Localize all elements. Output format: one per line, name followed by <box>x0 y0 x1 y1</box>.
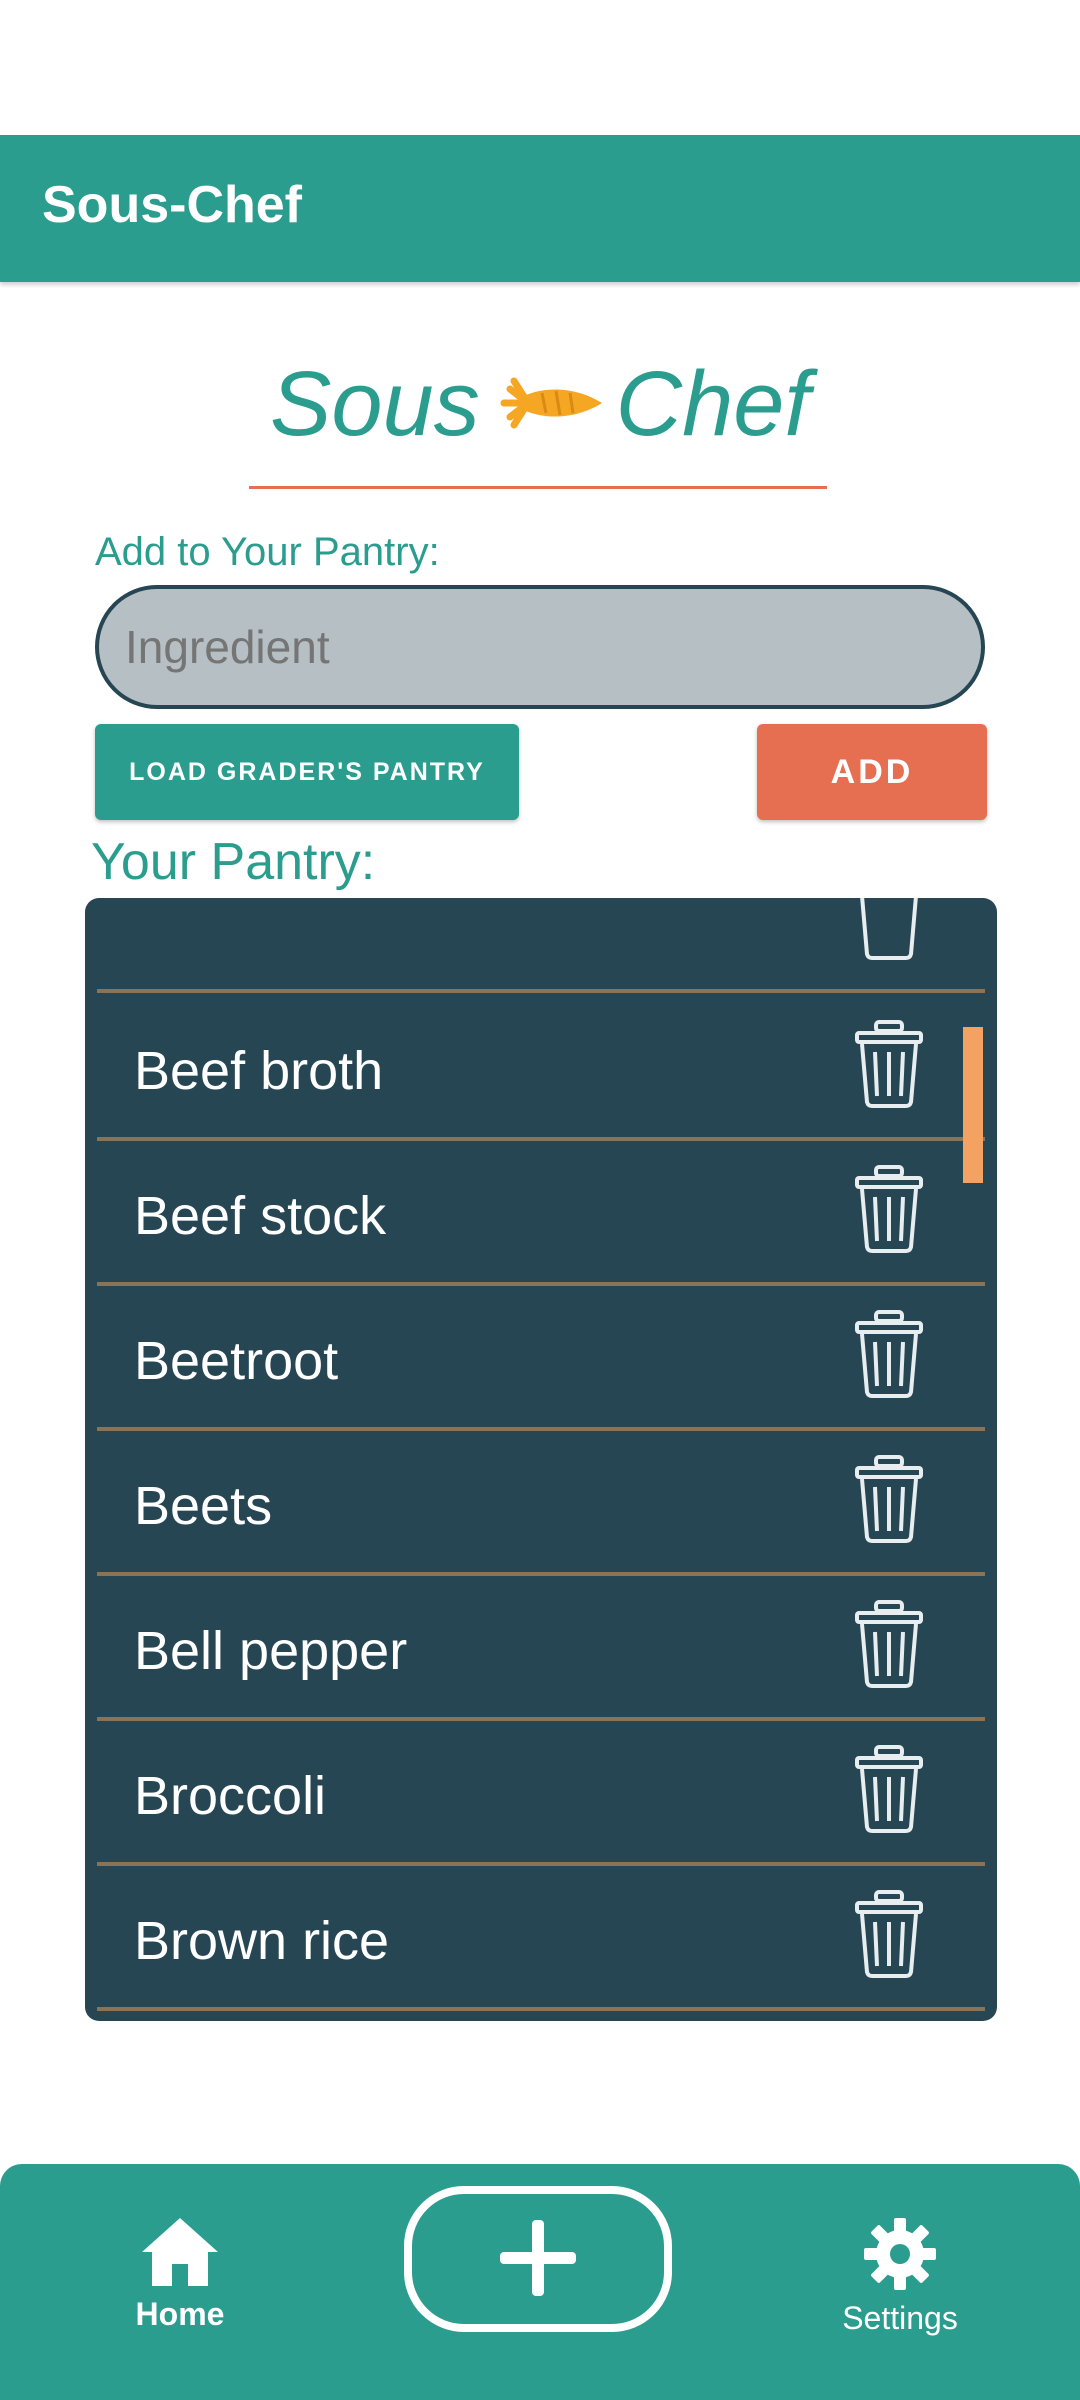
load-graders-pantry-button[interactable]: LOAD GRADER'S PANTRY <box>95 724 519 820</box>
carrot-icon <box>490 375 606 435</box>
nav-home[interactable]: Home <box>80 2216 280 2366</box>
trash-icon[interactable] <box>853 1890 925 1978</box>
app-title: Sous-Chef <box>42 176 302 234</box>
ingredient-input[interactable] <box>95 585 985 709</box>
logo: Sous Chef <box>0 352 1080 462</box>
trash-icon[interactable] <box>853 1600 925 1688</box>
trash-icon[interactable] <box>853 1455 925 1543</box>
item-label: Beef stock <box>134 1186 387 1246</box>
pantry-heading: Your Pantry: <box>91 833 376 891</box>
list-item <box>97 2011 985 2021</box>
nav-settings-label: Settings <box>842 2300 958 2336</box>
add-button[interactable]: ADD <box>757 724 987 820</box>
add-to-pantry-label: Add to Your Pantry: <box>95 530 440 574</box>
add-recipe-button[interactable] <box>404 2186 672 2332</box>
trash-icon[interactable] <box>853 1165 925 1253</box>
list-item: Broccoli <box>97 1721 985 1866</box>
item-label: Beetroot <box>134 1331 339 1391</box>
list-item: Beets <box>97 1431 985 1576</box>
trash-icon[interactable] <box>853 1745 925 1833</box>
trash-icon[interactable] <box>853 1020 925 1108</box>
logo-word-left: Sous <box>270 353 480 455</box>
list-item: Beef broth <box>97 996 985 1141</box>
item-label: Broccoli <box>134 1766 327 1826</box>
list-item: Beetroot <box>97 1286 985 1431</box>
trash-icon[interactable] <box>853 1310 925 1398</box>
item-label: Bell pepper <box>134 1621 408 1681</box>
pantry-list[interactable]: Beef broth Beef stock Beetroot Beets Bel… <box>85 898 997 2021</box>
logo-underline <box>249 486 827 489</box>
nav-home-label: Home <box>135 2296 225 2332</box>
app-bar: Sous-Chef <box>0 135 1080 282</box>
trash-icon[interactable] <box>853 898 925 960</box>
logo-word-right: Chef <box>615 353 810 455</box>
nav-settings[interactable]: Settings <box>800 2216 1000 2366</box>
item-label: Beets <box>134 1476 273 1536</box>
list-item: Bell pepper <box>97 1576 985 1721</box>
item-label: Beef broth <box>134 1041 384 1101</box>
list-item <box>97 898 985 993</box>
list-item: Brown rice <box>97 1866 985 2011</box>
home-icon <box>142 2218 218 2286</box>
item-label: Brown rice <box>134 1911 390 1971</box>
list-item: Beef stock <box>97 1141 985 1286</box>
gear-icon <box>864 2218 936 2290</box>
scrollbar-thumb[interactable] <box>963 1027 983 1183</box>
plus-icon <box>500 2220 576 2296</box>
